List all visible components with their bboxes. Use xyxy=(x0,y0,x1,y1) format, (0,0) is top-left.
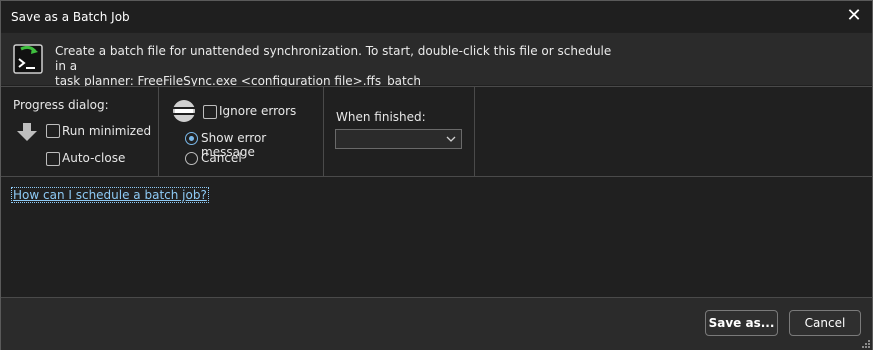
schedule-batch-job-link[interactable]: How can I schedule a batch job? xyxy=(11,187,209,203)
batch-terminal-icon xyxy=(13,44,43,74)
chevron-down-icon xyxy=(446,136,456,142)
when-finished-dropdown[interactable] xyxy=(335,129,462,149)
progress-dialog-label: Progress dialog: xyxy=(13,98,109,112)
dialog-title: Save as a Batch Job xyxy=(11,10,130,24)
cancel-on-error-radio[interactable] xyxy=(185,152,198,165)
auto-close-label[interactable]: Auto-close xyxy=(62,151,125,165)
resize-grip-icon[interactable] xyxy=(862,340,870,348)
run-minimized-label[interactable]: Run minimized xyxy=(62,124,151,138)
cancel-on-error-label[interactable]: Cancel xyxy=(201,151,242,165)
help-area: How can I schedule a batch job? xyxy=(1,177,872,296)
ignore-errors-label[interactable]: Ignore errors xyxy=(219,104,296,118)
error-handling-icon xyxy=(173,100,195,122)
run-minimized-checkbox[interactable] xyxy=(46,124,60,138)
arrow-down-icon xyxy=(17,123,37,141)
when-finished-label: When finished: xyxy=(336,110,426,124)
options-panel: Progress dialog: Run minimized Auto-clos… xyxy=(1,86,872,177)
ignore-errors-checkbox[interactable] xyxy=(203,105,217,119)
close-icon[interactable]: ✕ xyxy=(844,6,864,26)
description-header: Create a batch file for unattended synch… xyxy=(1,33,872,88)
cancel-button[interactable]: Cancel xyxy=(789,310,861,336)
error-handling-group: Ignore errors Show error message Cancel xyxy=(159,87,324,176)
save-as-button[interactable]: Save as... xyxy=(705,310,778,336)
progress-dialog-group: Progress dialog: Run minimized Auto-clos… xyxy=(1,87,159,176)
button-bar: Save as... Cancel xyxy=(1,297,872,350)
save-batch-job-dialog: Save as a Batch Job ✕ Create a batch fil… xyxy=(0,0,873,350)
auto-close-checkbox[interactable] xyxy=(46,152,60,166)
when-finished-group: When finished: xyxy=(324,87,475,176)
batch-description: Create a batch file for unattended synch… xyxy=(55,44,615,89)
title-bar: Save as a Batch Job ✕ xyxy=(1,1,872,32)
show-error-message-radio[interactable] xyxy=(185,132,198,145)
description-line-1: Create a batch file for unattended synch… xyxy=(55,44,612,73)
